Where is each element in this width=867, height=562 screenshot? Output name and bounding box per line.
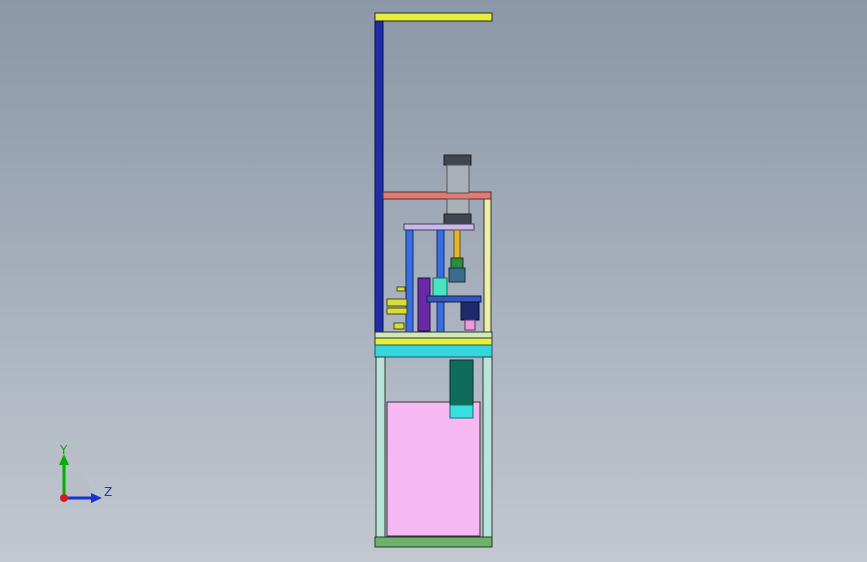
cylinder-cap-top[interactable]	[443, 154, 472, 166]
cylinder-body[interactable]	[446, 164, 470, 194]
upper-frame-right-post[interactable]	[483, 192, 492, 336]
triad-orientation-arc	[64, 468, 92, 496]
purple-block[interactable]	[417, 277, 431, 332]
press-tool[interactable]	[460, 301, 480, 321]
machine-model[interactable]	[0, 0, 867, 562]
rod-coupling[interactable]	[450, 257, 464, 269]
lower-frame-right-post[interactable]	[482, 356, 493, 538]
cylinder-cap-bottom[interactable]	[443, 213, 472, 225]
press-head[interactable]	[448, 267, 466, 283]
discharge-chute[interactable]	[449, 359, 474, 406]
chute-tip[interactable]	[449, 404, 474, 419]
collection-bin[interactable]	[386, 401, 481, 537]
head-plate[interactable]	[382, 191, 492, 200]
table-yellow-plate[interactable]	[374, 337, 493, 346]
column-bushing[interactable]	[432, 277, 448, 297]
press-tool-tip[interactable]	[464, 319, 476, 331]
press-crossbar[interactable]	[426, 295, 482, 303]
piston-rod[interactable]	[453, 229, 461, 259]
graphics-viewport[interactable]: Y Z	[0, 0, 867, 562]
mast-top-plate[interactable]	[374, 12, 493, 22]
guide-column-left[interactable]	[405, 229, 414, 333]
stopper-small[interactable]	[396, 286, 406, 292]
stopper-mid[interactable]	[386, 307, 408, 315]
table-top-plate[interactable]	[374, 331, 493, 339]
axis-triad: Y Z	[59, 443, 112, 503]
z-axis-arrow-icon	[91, 493, 102, 503]
y-axis-label: Y	[59, 443, 68, 457]
guide-plate[interactable]	[403, 223, 475, 231]
vertical-mast[interactable]	[374, 20, 384, 337]
machine-base[interactable]	[374, 536, 493, 548]
stopper-lower[interactable]	[393, 322, 405, 330]
cylinder-body-lower[interactable]	[446, 198, 470, 215]
stopper-upper[interactable]	[386, 298, 408, 307]
table-cyan-rail[interactable]	[374, 344, 493, 358]
lower-frame-left-post[interactable]	[375, 356, 386, 538]
x-axis-point-icon	[60, 494, 68, 502]
z-axis-label: Z	[104, 485, 112, 499]
